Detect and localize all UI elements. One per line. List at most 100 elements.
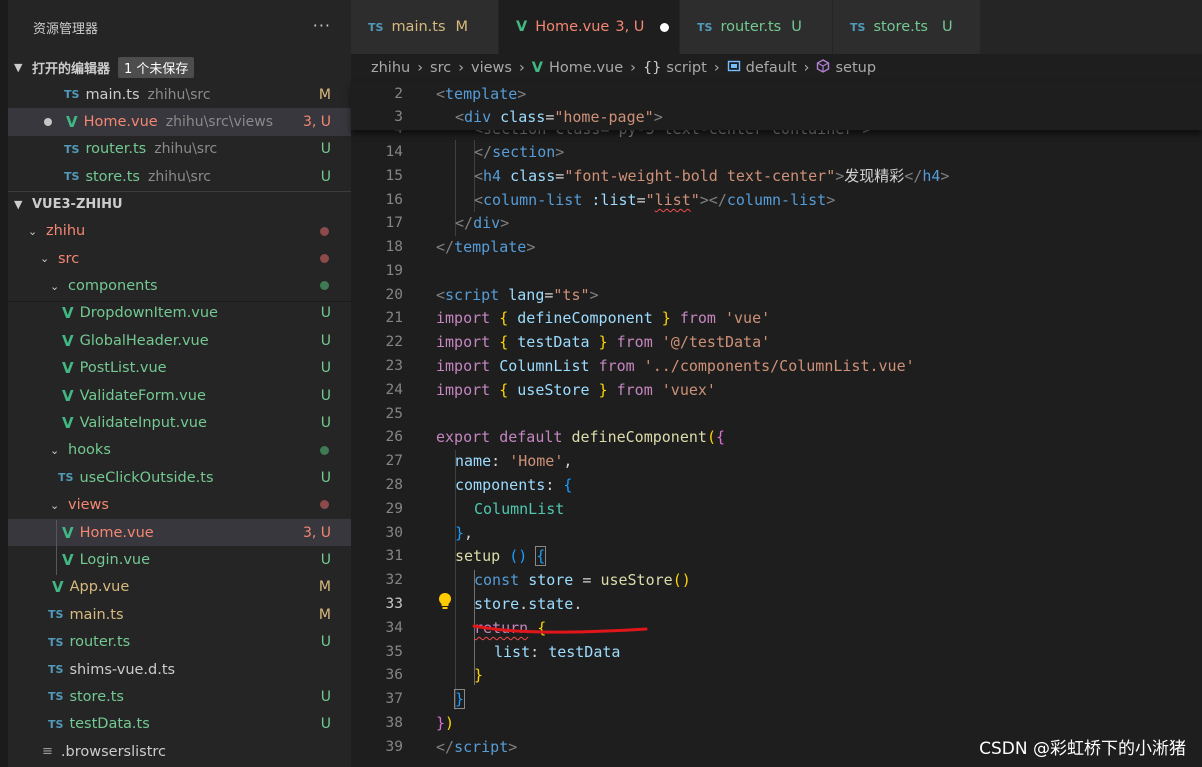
code-line-33: 33 store.state. [351,592,1202,616]
symbol-method-icon [816,59,830,77]
unsaved-dot-icon[interactable] [660,22,670,32]
code-line-24: 24 import { useStore } from 'vuex' [351,378,1202,402]
vue-file-icon: V [62,304,74,323]
breadcrumb-default[interactable]: default [746,60,797,76]
tab-status: U [791,19,802,35]
explorer-sidebar: 资源管理器 ··· ▼ 打开的编辑器 1 个未保存 TS main.ts zhi… [8,0,351,767]
line-number: 2 [394,85,403,102]
tab-main-ts[interactable]: TS main.ts M [351,0,499,54]
tree-file-validateinput[interactable]: V ValidateInput.vue U [8,409,351,436]
chevron-down-icon: ⌄ [50,443,60,457]
line-number: 24 [385,381,403,398]
code-line-21: 21 import { defineComponent } from 'vue' [351,306,1202,330]
file-name: shims-vue.d.ts [69,661,176,678]
code-line-18: 18 </template> [351,235,1202,259]
tree-file-globalheader[interactable]: V GlobalHeader.vue U [8,327,351,354]
tree-folder-src[interactable]: ⌄ src [8,245,351,272]
tree-file-useclickoutside[interactable]: TS useClickOutside.ts U [8,464,351,491]
breadcrumb-views[interactable]: views [471,60,512,76]
open-editor-main-ts[interactable]: TS main.ts zhihu\src M [8,81,351,108]
open-editors-header[interactable]: ▼ 打开的编辑器 1 个未保存 [8,54,351,81]
tab-bar: TS main.ts M V Home.vue 3, U TS router.t… [351,0,1202,54]
line-number: 37 [385,690,403,707]
git-status: U [320,168,331,185]
file-name: ValidateForm.vue [79,387,206,404]
breadcrumb-zhihu[interactable]: zhihu [371,60,410,76]
typescript-file-icon: TS [48,635,64,649]
git-status: M [318,606,331,623]
folder-name: hooks [68,442,111,459]
git-status: U [320,469,331,486]
more-actions-icon[interactable]: ··· [313,16,331,35]
project-header[interactable]: ▼ VUE3-ZHIHU [8,191,351,218]
breadcrumb-script[interactable]: script [666,60,706,76]
line-number: 23 [385,357,403,374]
tree-file-store-ts[interactable]: TS store.ts U [8,683,351,710]
code-line-27: 27 name: 'Home', [351,449,1202,473]
tab-label: Home.vue [535,19,610,35]
code-text: <div class="home-page"> [455,107,663,126]
tree-file-dropdownitem[interactable]: V DropdownItem.vue U [8,300,351,327]
code-line-38: 38 }) [351,711,1202,735]
line-number: 33 [385,595,403,612]
code-text: }, [455,523,474,542]
tree-folder-components[interactable]: ⌄ components [8,272,351,299]
breadcrumb-home-vue[interactable]: Home.vue [549,60,623,76]
tree-indent-guide [56,520,57,575]
file-name: PostList.vue [79,360,167,377]
line-number: 38 [385,714,403,731]
tab-home-vue[interactable]: V Home.vue 3, U [499,0,680,54]
tree-file-app-vue[interactable]: V App.vue M [8,574,351,601]
line-number: 27 [385,452,403,469]
typescript-file-icon: TS [368,20,384,34]
breadcrumb-src[interactable]: src [430,60,451,76]
tree-file-testdata-ts[interactable]: TS testData.ts U [8,711,351,738]
open-editor-home-vue[interactable]: V Home.vue zhihu\src\views 3, U [8,108,351,136]
breadcrumb-setup[interactable]: setup [835,60,876,76]
line-number: 21 [385,309,403,326]
tree-folder-views[interactable]: ⌄ views [8,491,351,518]
code-text: <column-list :list="list"></column-list> [474,190,836,209]
code-line-20: 20 <script lang="ts"> [351,283,1202,307]
sticky-line-3[interactable]: 3 <div class="home-page"> [351,105,1202,129]
tree-file-router-ts[interactable]: TS router.ts U [8,628,351,655]
open-editor-store-ts[interactable]: TS store.ts zhihu\src U [8,163,351,190]
vue-file-icon: V [62,331,74,350]
tree-file-home-vue[interactable]: V Home.vue 3, U [8,518,351,547]
code-text: } [453,688,466,709]
tree-folder-hooks[interactable]: ⌄ hooks [8,437,351,464]
sticky-line-2[interactable]: 2 <template> [351,82,1202,106]
code-text: import { testData } from '@/testData' [436,332,771,351]
unsaved-dot-icon[interactable] [44,118,52,127]
modified-dot-icon [320,226,329,236]
typescript-file-icon: TS [48,663,64,676]
lightbulb-icon[interactable] [438,592,452,614]
folder-name: views [68,497,109,514]
code-line-37: 37 } [351,687,1202,711]
folder-name: components [68,278,158,295]
code-text: </section> [474,142,565,161]
chevron-down-icon: ⌄ [40,252,50,266]
tree-file-postlist[interactable]: V PostList.vue U [8,355,351,382]
tree-file-login-vue[interactable]: V Login.vue U [8,546,351,573]
tab-status: U [941,19,953,35]
project-label: VUE3-ZHIHU [32,196,123,212]
tab-router-ts[interactable]: TS router.ts U [680,0,833,54]
tree-folder-zhihu[interactable]: ⌄ zhihu [8,218,351,245]
tab-store-ts[interactable]: TS store.ts U [833,0,981,54]
tree-file-browserslistrc[interactable]: ≡ .browserslistrc [8,738,351,765]
line-number: 34 [385,619,403,636]
git-status: M [318,579,331,596]
tree-file-main-ts[interactable]: TS main.ts M [8,601,351,628]
typescript-file-icon: TS [48,608,64,622]
open-editor-router-ts[interactable]: TS router.ts zhihu\src U [8,136,351,163]
code-line-19: 19 [351,259,1202,283]
line-number: 20 [385,286,403,303]
vue-file-icon: V [62,386,74,405]
typescript-file-icon: TS [48,690,64,704]
code-text: store.state. [474,594,583,613]
line-number: 17 [385,214,403,231]
tree-file-shims-vue[interactable]: TS shims-vue.d.ts [8,656,351,683]
tree-file-validateform[interactable]: V ValidateForm.vue U [8,382,351,409]
file-name: .browserslistrc [60,743,166,760]
